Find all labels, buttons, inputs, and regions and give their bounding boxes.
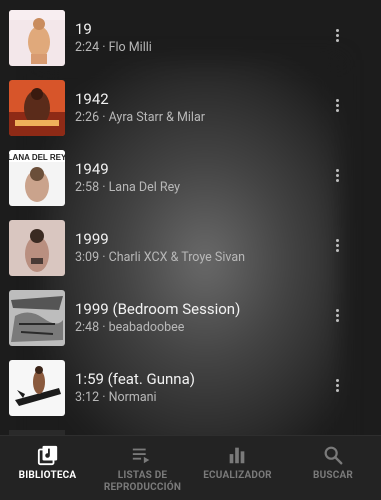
album-art [9,80,65,136]
more-options-icon[interactable] [330,307,344,327]
nav-playlists-label-line2: REPRODUCCIÓN [103,482,182,493]
nav-equalizer[interactable]: ECUALIZADOR [190,436,285,500]
track-row[interactable]: 1:59 (feat. Gunna) 3:12 · Normani [0,353,381,423]
more-options-icon[interactable] [330,27,344,47]
nav-library-label: BIBLIOTECA [18,470,77,481]
track-title: 1999 [75,230,109,248]
track-meta: 2:48 · beabadoobee [75,320,185,335]
nav-library[interactable]: BIBLIOTECA [0,436,95,500]
nav-playlists-label-line1: LISTAS DE [117,470,168,481]
track-meta: 2:24 · Flo Milli [75,40,152,55]
track-meta: 2:58 · Lana Del Rey [75,180,181,195]
more-options-icon[interactable] [330,377,344,397]
more-options-icon[interactable] [330,237,344,257]
nav-equalizer-label: ECUALIZADOR [203,470,272,481]
album-art [9,360,65,416]
track-title: 1949 [75,160,109,178]
track-title: 1:59 (feat. Gunna) [75,370,195,388]
track-title: 1942 [75,90,109,108]
nav-search-label: BUSCAR [313,470,353,481]
nav-search[interactable]: BUSCAR [285,436,381,500]
album-art [9,290,65,346]
nav-playlists[interactable]: LISTAS DE REPRODUCCIÓN [95,436,190,500]
more-options-icon[interactable] [330,97,344,117]
svg-text:LANA DEL REY: LANA DEL REY [9,153,65,162]
search-icon [324,446,343,465]
library-music-icon [37,445,58,466]
equalizer-icon [229,447,245,464]
nav-playlists-label: LISTAS DE REPRODUCCIÓN [95,470,190,494]
track-row[interactable]: 1999 3:09 · Charli XCX & Troye Sivan [0,213,381,283]
bottom-navigation: BIBLIOTECA LISTAS DE REPRODUCCIÓN ECUALI… [0,436,381,500]
track-row[interactable]: 1942 2:26 · Ayra Starr & Milar [0,73,381,143]
track-row[interactable]: 1999 (Bedroom Session) 2:48 · beabadoobe… [0,283,381,353]
more-options-icon[interactable] [330,167,344,187]
album-art [9,220,65,276]
album-art [9,10,65,66]
track-row[interactable]: 19 2:24 · Flo Milli [0,3,381,73]
track-title: 1999 (Bedroom Session) [75,300,241,318]
track-meta: 2:26 · Ayra Starr & Milar [75,110,206,125]
track-meta: 3:12 · Normani [75,390,157,405]
playlist-icon [132,448,150,464]
track-row[interactable]: LANA DEL REY 1949 2:58 · Lana Del Rey [0,143,381,213]
track-meta: 3:09 · Charli XCX & Troye Sivan [75,250,246,265]
track-title: 19 [75,20,92,38]
album-art: LANA DEL REY [9,150,65,206]
